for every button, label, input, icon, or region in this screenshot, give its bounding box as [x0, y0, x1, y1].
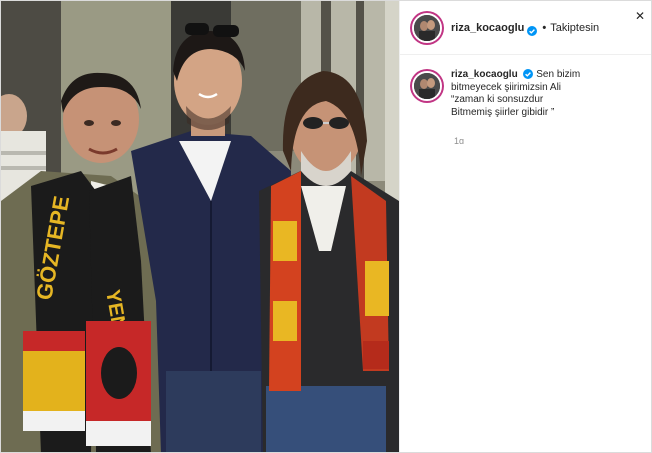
close-icon[interactable]: ✕ — [635, 10, 645, 22]
caption-line-3: Bitmemiş şiirler gibidir ” — [451, 106, 555, 118]
caption-line-1: bitmeyecek şiirimizsin Ali — [451, 81, 562, 93]
post-header: riza_kocaoglu • Takiptesin ✕ — [400, 1, 651, 55]
post-sidebar: riza_kocaoglu • Takiptesin ✕ riza_kocaog… — [399, 1, 651, 452]
instagram-post: GÖZTEPE YENİLMEZ — [0, 0, 652, 453]
caption-line-0: Sen bizim — [536, 69, 581, 80]
post-photo[interactable]: GÖZTEPE YENİLMEZ — [1, 1, 399, 452]
avatar[interactable] — [412, 12, 442, 43]
avatar-image — [414, 14, 440, 41]
follow-status-button[interactable]: Takiptesin — [550, 22, 599, 34]
post-photo-illustration: GÖZTEPE YENİLMEZ — [1, 1, 399, 452]
caption-username[interactable]: riza_kocaoglu — [451, 69, 518, 80]
caption-avatar-image — [414, 73, 440, 99]
caption-avatar[interactable] — [412, 71, 442, 101]
caption: riza_kocaoglu Sen bizim bitmeyecek şiiri… — [412, 69, 648, 119]
caption-verified-badge-icon — [523, 69, 534, 80]
verified-badge-icon — [527, 23, 538, 36]
post-age[interactable]: 1g — [454, 136, 464, 144]
header-username[interactable]: riza_kocaoglu — [451, 22, 524, 34]
caption-text: riza_kocaoglu Sen bizim bitmeyecek şiiri… — [451, 69, 580, 119]
caption-line-2: “zaman ki sonsuzdur — [451, 94, 544, 105]
header-separator: • — [542, 21, 547, 34]
